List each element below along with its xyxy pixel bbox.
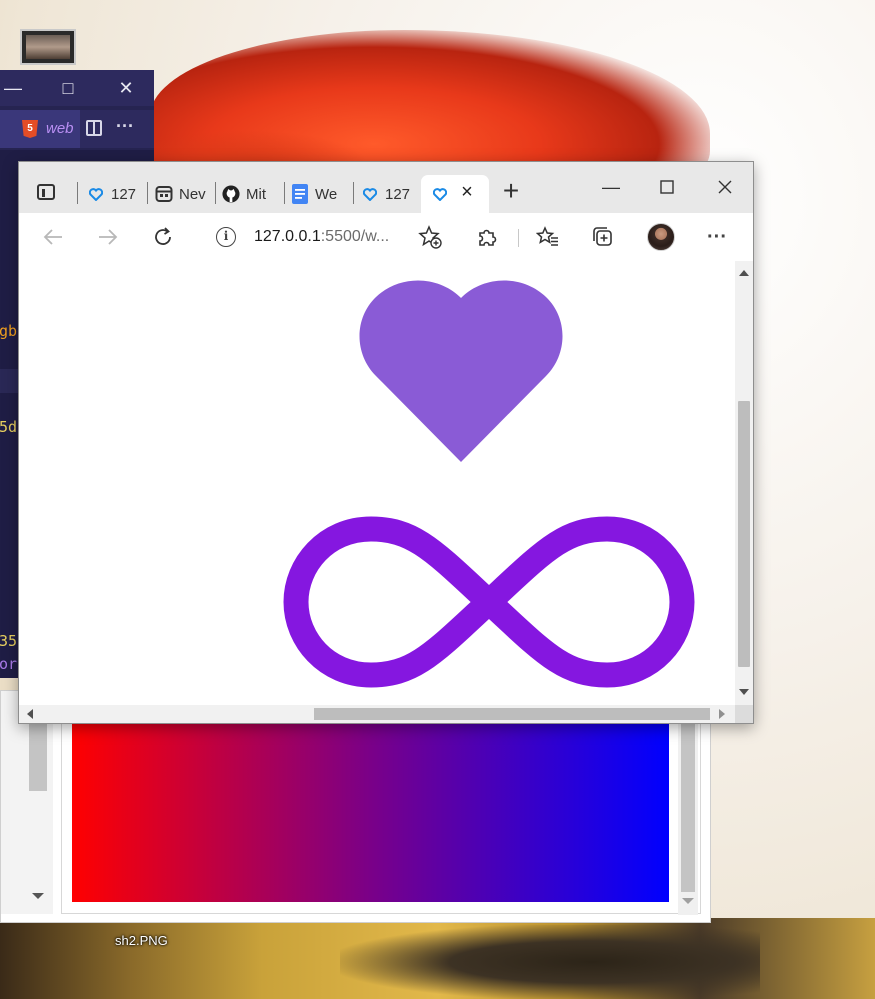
scrollbar-thumb[interactable] [29, 721, 47, 791]
preview-scrollbar[interactable] [678, 692, 698, 915]
tab-separator [284, 182, 285, 204]
heart-shape [359, 280, 563, 462]
scrollbar-thumb[interactable] [681, 722, 695, 892]
scroll-down-arrow-icon[interactable] [739, 689, 749, 695]
horizontal-scrollbar-thumb[interactable] [314, 708, 710, 720]
code-fragment: 35 [0, 632, 18, 650]
vscode-tab-web[interactable]: 5 web [0, 110, 80, 148]
heart-outline-icon [87, 185, 105, 203]
page-viewport [19, 261, 735, 705]
close-tab-icon[interactable]: × [457, 182, 477, 203]
settings-more-icon[interactable]: ··· [701, 221, 733, 253]
scrollbar-corner [735, 705, 753, 723]
tab-strip: 127 Nev Mit We 127 × + — [19, 162, 753, 213]
desktop-file-label[interactable]: sh2.PNG [115, 933, 168, 948]
site-info-icon[interactable]: i [216, 227, 236, 247]
tab-active[interactable] [421, 175, 489, 213]
add-favorite-icon[interactable] [418, 225, 442, 249]
docs-icon [291, 184, 309, 204]
close-window-icon[interactable] [705, 175, 745, 199]
heart-outline-icon [431, 185, 449, 203]
tab-label: 127 [111, 185, 137, 203]
tab-label: 127 [385, 185, 411, 203]
tab-127-first[interactable]: 127 [87, 175, 145, 213]
collections-icon[interactable] [587, 221, 619, 253]
left-pane [1, 691, 53, 914]
split-editor-icon[interactable] [86, 120, 102, 136]
infinity-shape [283, 516, 695, 688]
desktop-image-thumbnail[interactable] [20, 29, 76, 65]
favorites-icon[interactable] [532, 221, 564, 253]
maximize-icon[interactable] [647, 175, 687, 199]
new-tab-button[interactable]: + [499, 177, 523, 206]
back-icon[interactable] [37, 221, 69, 253]
address-bar[interactable]: i 127.0.0.1:5500/w... [200, 219, 452, 255]
scroll-down-arrow-icon[interactable] [682, 898, 694, 904]
browser-toolbar: i 127.0.0.1:5500/w... ··· [19, 213, 753, 261]
scroll-left-arrow-icon[interactable] [27, 709, 33, 719]
gradient-box [72, 722, 669, 902]
code-fragment: 5d [0, 418, 18, 436]
vertical-scrollbar-thumb[interactable] [738, 401, 750, 667]
thumbnail-preview [26, 35, 70, 59]
toolbar-separator [518, 229, 519, 247]
vertical-scrollbar[interactable] [735, 261, 753, 705]
scroll-up-arrow-icon[interactable] [739, 270, 749, 276]
github-icon [222, 185, 240, 203]
tab-separator [215, 182, 216, 204]
code-fragment: gb [0, 322, 18, 340]
vscode-titlebar: — □ ✕ [0, 70, 154, 106]
url-host: 127.0.0.1 [254, 228, 321, 245]
minimize-icon[interactable]: — [0, 70, 36, 106]
heart-outline-icon [361, 185, 379, 203]
profile-avatar[interactable] [647, 223, 675, 251]
tab-label: Mit [246, 185, 266, 203]
scroll-down-arrow-icon[interactable] [32, 893, 44, 899]
extensions-icon[interactable] [471, 221, 503, 253]
tab-label: Nev [179, 185, 206, 203]
tab-github[interactable]: Mit [222, 175, 280, 213]
html5-icon: 5 [22, 120, 38, 138]
tab-label: We [315, 185, 338, 203]
url-text[interactable]: 127.0.0.1:5500/w... [254, 228, 389, 246]
scroll-right-arrow-icon[interactable] [719, 709, 725, 719]
page-canvas [283, 280, 695, 688]
vscode-tab-label: web [46, 120, 74, 137]
url-path: :5500/w... [320, 228, 390, 245]
close-icon[interactable]: ✕ [103, 70, 149, 106]
tab-new[interactable]: Nev [155, 175, 213, 213]
forward-icon[interactable] [92, 221, 124, 253]
more-actions-icon[interactable]: ··· [116, 116, 134, 137]
tab-actions-icon[interactable] [31, 182, 61, 204]
minimize-icon[interactable]: — [591, 175, 631, 199]
tab-127-second[interactable]: 127 [361, 175, 419, 213]
maximize-icon[interactable]: □ [45, 70, 91, 106]
tab-separator [147, 182, 148, 204]
preview-window [0, 690, 711, 923]
horizontal-scrollbar[interactable] [19, 705, 753, 723]
tab-separator [77, 182, 78, 204]
browser-window: 127 Nev Mit We 127 × + — i 127.0.0.1:550… [18, 161, 754, 724]
refresh-icon[interactable] [147, 221, 179, 253]
wallpaper-figure [340, 925, 760, 999]
preview-content [61, 691, 701, 915]
calendar-app-icon [155, 185, 173, 203]
tab-separator [353, 182, 354, 204]
tab-docs[interactable]: We [291, 175, 351, 213]
vscode-tab-bar: 5 web ··· [0, 110, 154, 148]
